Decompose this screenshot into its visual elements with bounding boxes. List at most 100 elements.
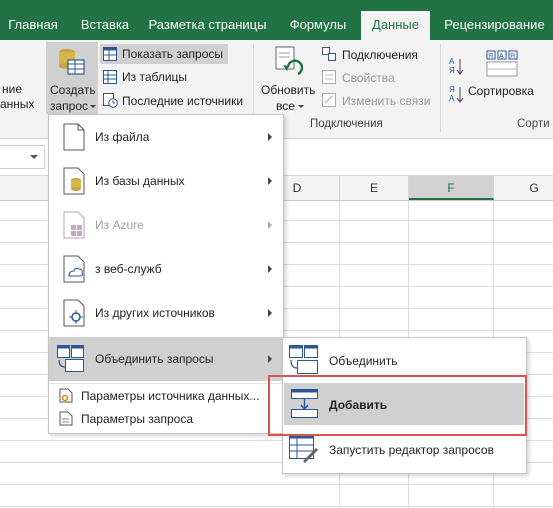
chevron-down-icon — [298, 105, 304, 108]
menu-item-label: Из базы данных — [95, 174, 185, 188]
query-options-icon — [59, 411, 73, 426]
menu-item-label: Объединить запросы — [95, 352, 214, 366]
chevron-right-icon — [268, 355, 272, 363]
tab-page-layout[interactable]: Разметка страницы — [145, 13, 270, 40]
show-queries-button[interactable]: Показать запросы — [100, 44, 228, 64]
query-editor-icon — [289, 434, 318, 463]
connections-icon — [322, 47, 336, 61]
svg-text:Я: Я — [449, 85, 455, 94]
azure-icon — [63, 211, 85, 239]
menu-item-combine-queries[interactable]: Объединить запросы — [49, 337, 283, 381]
properties-label: Свойства — [342, 71, 395, 85]
svg-text:Я: Я — [488, 53, 493, 60]
tab-data[interactable]: Данные — [361, 11, 430, 40]
database-table-icon — [59, 49, 85, 75]
svg-text:Я: Я — [510, 53, 515, 60]
create-query-menu: Из файла Из базы данных Из Azure з веб-с… — [48, 114, 284, 434]
ribbon-cut-label-2: анных — [0, 97, 35, 111]
svg-text:А: А — [449, 57, 455, 66]
menu-item-from-file[interactable]: Из файла — [49, 115, 283, 159]
svg-text:А: А — [449, 94, 455, 103]
connections-group-label: Подключения — [310, 118, 383, 130]
menu-divider — [49, 383, 283, 384]
properties-icon — [322, 70, 336, 84]
recent-sources-button[interactable]: Последние источники — [100, 90, 250, 110]
refresh-all-button[interactable]: Обновить все — [258, 42, 316, 114]
sort-z-a-icon: Я А — [449, 85, 464, 103]
sort-dialog-icon: Я А Я — [486, 50, 518, 77]
menu-item-label: Параметры запроса — [81, 412, 193, 426]
menu-item-from-azure: Из Azure — [49, 203, 283, 247]
sort-a-z-icon: А Я — [449, 57, 464, 75]
menu-item-label: Запустить редактор запросов — [329, 443, 494, 457]
ribbon-divider — [440, 44, 441, 132]
properties-button: Свойства — [320, 69, 430, 87]
show-queries-label: Показать запросы — [122, 47, 223, 61]
menu-item-launch-query-editor[interactable]: Запустить редактор запросов — [283, 430, 526, 470]
column-header-f[interactable]: F — [409, 176, 494, 200]
menu-item-from-web-services[interactable]: з веб-служб — [49, 247, 283, 291]
menu-item-label: Из Azure — [95, 218, 144, 232]
menu-item-label: з веб-служб — [95, 262, 162, 276]
callout-highlight-box — [268, 375, 527, 436]
menu-item-label: Объединить — [329, 354, 398, 368]
tab-formulas[interactable]: Формулы — [278, 13, 358, 40]
connections-label: Подключения — [342, 48, 418, 62]
sort-label: Сортировка — [468, 84, 534, 98]
menu-item-from-other-sources[interactable]: Из других источников — [49, 291, 283, 335]
tab-review[interactable]: Рецензирование — [438, 13, 551, 40]
sort-desc-button[interactable]: Я А — [448, 84, 464, 104]
name-box[interactable] — [0, 145, 45, 169]
edit-links-label: Изменить связи — [342, 94, 431, 108]
tab-home[interactable]: Главная — [0, 13, 66, 40]
row-line — [0, 506, 553, 507]
menu-item-label: Из файла — [95, 130, 150, 144]
other-sources-icon — [63, 299, 85, 327]
from-table-label: Из таблицы — [122, 70, 188, 84]
chevron-right-icon — [268, 133, 272, 141]
file-icon — [63, 123, 85, 151]
refresh-all-label-1: Обновить — [261, 83, 316, 97]
edit-links-button: Изменить связи — [320, 92, 435, 110]
recent-sources-label: Последние источники — [122, 94, 244, 108]
menu-item-label: Параметры источника данных... — [81, 389, 260, 403]
menu-item-query-options[interactable]: Параметры запроса — [49, 408, 283, 430]
combine-queries-icon — [57, 345, 84, 372]
refresh-icon — [275, 46, 304, 76]
connections-button[interactable]: Подключения — [320, 46, 430, 64]
create-query-label-2: запрос — [50, 99, 89, 113]
menu-item-from-database[interactable]: Из базы данных — [49, 159, 283, 203]
column-header-g[interactable]: G — [494, 176, 553, 200]
refresh-all-label-2: все — [276, 99, 295, 113]
from-table-button[interactable]: Из таблицы — [100, 67, 228, 87]
ribbon-cut-label-1: ние — [2, 82, 23, 96]
recent-sources-icon — [103, 93, 118, 108]
menu-item-label: Из других источников — [95, 306, 215, 320]
cloud-file-icon — [63, 255, 85, 283]
sort-asc-button[interactable]: А Я — [448, 56, 464, 76]
chevron-right-icon — [268, 265, 272, 273]
row-line — [0, 484, 553, 485]
table-icon — [103, 70, 117, 84]
menu-item-data-source-settings[interactable]: Параметры источника данных... — [49, 385, 283, 407]
chevron-right-icon — [268, 309, 272, 317]
sort-group-label: Сорти — [517, 118, 550, 130]
svg-text:А: А — [499, 53, 504, 60]
merge-icon — [289, 345, 318, 374]
create-query-button[interactable]: Создать запрос — [46, 42, 98, 114]
database-icon — [63, 167, 85, 195]
chevron-right-icon — [268, 221, 272, 229]
ribbon-tab-bar: Главная Вставка Разметка страницы Формул… — [0, 0, 553, 40]
menu-item-merge[interactable]: Объединить — [283, 340, 526, 380]
chevron-down-icon — [90, 105, 96, 108]
settings-file-icon — [59, 388, 73, 403]
chevron-down-icon — [30, 155, 38, 159]
column-header-e[interactable]: E — [340, 176, 409, 200]
svg-text:Я: Я — [449, 66, 455, 75]
chevron-right-icon — [268, 177, 272, 185]
create-query-label-1: Создать — [50, 83, 96, 97]
edit-links-icon — [322, 93, 336, 107]
table-icon — [103, 47, 117, 61]
sort-button[interactable]: Я А Я Сортировка — [466, 42, 540, 114]
tab-insert[interactable]: Вставка — [72, 13, 138, 40]
